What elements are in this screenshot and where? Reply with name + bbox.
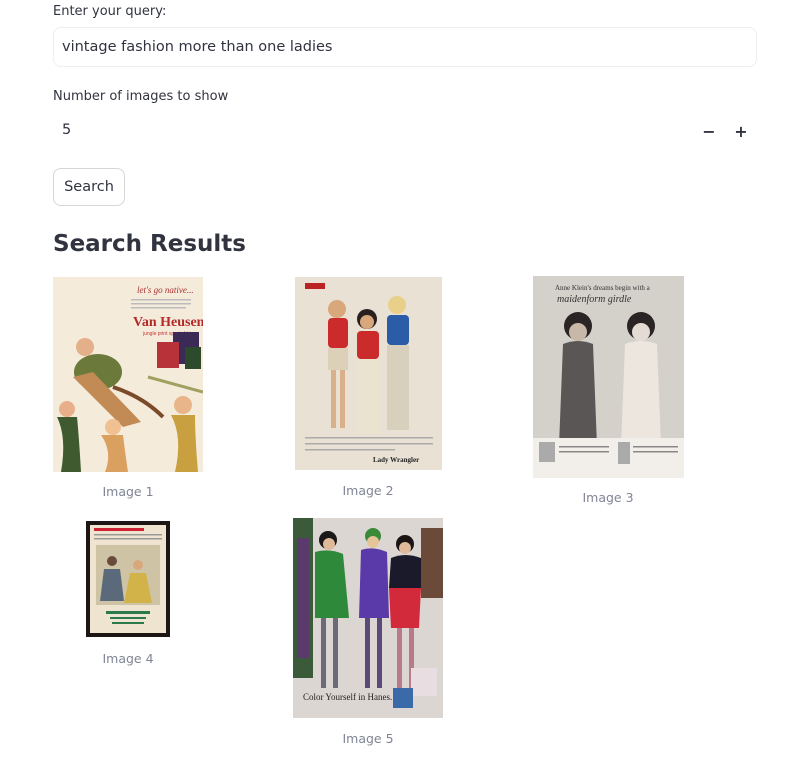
num-images-input[interactable]: 5 − + [53,112,757,152]
num-images-label: Number of images to show [53,89,229,104]
result-image-5[interactable]: Color Yourself in Hanes. [293,518,443,718]
svg-text:Lady Wrangler: Lady Wrangler [373,456,419,464]
image-4-caption: Image 4 [102,651,154,666]
lady-wrangler-ad-image: Lady Wrangler [295,277,442,470]
query-input[interactable] [53,27,757,67]
svg-text:let's go native...: let's go native... [137,285,194,295]
query-label: Enter your query: [53,4,167,19]
search-button[interactable]: Search [53,168,125,206]
svg-text:Color Yourself in Hanes.: Color Yourself in Hanes. [303,692,392,702]
image-5-caption: Image 5 [342,731,394,746]
maidenform-ad-image: Anne Klein's dreams begin with a maidenf… [533,276,684,478]
result-image-3[interactable]: Anne Klein's dreams begin with a maidenf… [533,276,684,478]
hanes-ad-image: Color Yourself in Hanes. [293,518,443,718]
num-images-value[interactable]: 5 [62,122,71,138]
svg-text:Anne Klein's dreams begin with: Anne Klein's dreams begin with a [555,284,651,292]
image-1-caption: Image 1 [102,484,154,499]
image-2-caption: Image 2 [342,483,394,498]
result-image-1[interactable]: let's go native... Van Heusen jungle pri… [53,277,203,472]
van-heusen-ad-image: let's go native... Van Heusen jungle pri… [53,277,203,472]
increment-button[interactable]: + [728,119,754,145]
svg-text:maidenform girdle: maidenform girdle [557,294,632,305]
image-3-caption: Image 3 [582,490,634,505]
decrement-button[interactable]: − [696,119,722,145]
results-heading: Search Results [53,231,246,257]
svg-text:Van Heusen: Van Heusen [133,315,203,330]
result-image-4[interactable] [86,521,170,637]
result-image-2[interactable]: Lady Wrangler [295,277,442,470]
framed-fashion-ad-image [86,521,170,637]
